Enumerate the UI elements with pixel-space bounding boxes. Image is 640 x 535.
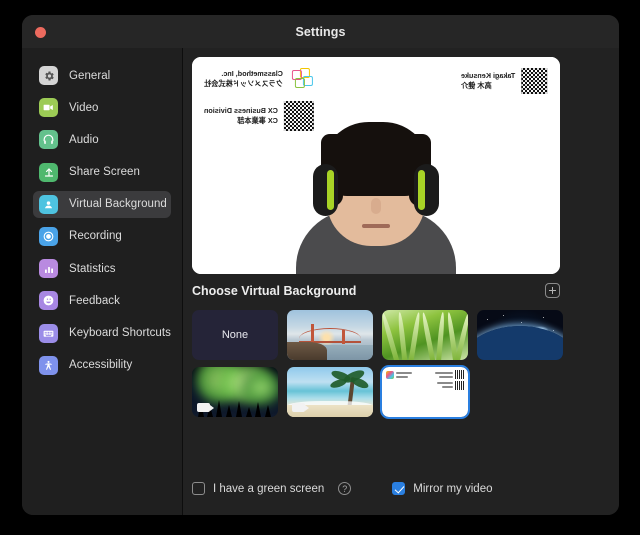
sidebar-item-label: Statistics	[69, 262, 116, 275]
page-title: Settings	[295, 24, 346, 39]
help-icon[interactable]: ?	[338, 482, 352, 495]
smiley-icon	[39, 291, 58, 311]
gear-icon	[39, 66, 58, 85]
sidebar-item-share-screen[interactable]: Share Screen	[33, 159, 171, 186]
sidebar-item-virtual-background[interactable]: Virtual Background	[33, 190, 171, 218]
sidebar-item-statistics[interactable]: Statistics	[33, 255, 171, 282]
headphones-icon	[39, 130, 58, 150]
background-grid: None	[192, 310, 564, 419]
video-badge-icon	[197, 403, 214, 412]
main-panel: Classmethod, Inc. クラスメソッド株式会社 CX Busines…	[183, 48, 619, 515]
background-thumb-label: None	[221, 329, 249, 341]
upload-icon	[39, 162, 58, 182]
settings-window: Settings General Video Audio Share Scree…	[22, 15, 619, 515]
overlay-company: Classmethod, Inc. クラスメソッド株式会社	[204, 68, 313, 90]
close-button[interactable]	[35, 27, 46, 38]
overlay-person: Takagi Kensuke 高木 健介	[461, 68, 547, 94]
sidebar-item-feedback[interactable]: Feedback	[33, 287, 171, 314]
division-en: CX Business Division	[204, 105, 278, 115]
virtual-background-card: Classmethod, Inc. クラスメソッド株式会社 CX Busines…	[192, 57, 560, 274]
footer-options: I have a green screen ? Mirror my video	[192, 482, 492, 495]
background-thumb-earth[interactable]	[477, 310, 563, 360]
background-thumb-aurora[interactable]	[192, 367, 278, 417]
record-icon	[39, 226, 58, 246]
company-name-en: Classmethod, Inc.	[221, 68, 283, 78]
sidebar-item-label: Share Screen	[69, 166, 140, 179]
sidebar-item-video[interactable]: Video	[33, 94, 171, 121]
window-body: General Video Audio Share Screen Virtual…	[22, 48, 619, 515]
mirror-video-label: Mirror my video	[413, 482, 493, 495]
sidebar-item-general[interactable]: General	[33, 62, 171, 89]
green-screen-option[interactable]: I have a green screen ?	[192, 482, 352, 495]
sidebar-item-label: Feedback	[69, 294, 120, 307]
qr-code-icon	[521, 68, 547, 94]
bars-icon	[39, 259, 58, 279]
sidebar-item-label: Audio	[69, 133, 99, 146]
person-name-en: Takagi Kensuke	[460, 70, 515, 80]
mirror-video-option[interactable]: Mirror my video	[392, 482, 492, 495]
classmethod-logo-icon	[289, 68, 313, 90]
background-thumb-none[interactable]: None	[192, 310, 278, 360]
sidebar-item-label: General	[69, 69, 111, 82]
background-thumb-bridge[interactable]	[287, 310, 373, 360]
green-screen-checkbox[interactable]	[192, 482, 205, 495]
background-thumb-beach[interactable]	[287, 367, 373, 417]
sidebar-item-keyboard-shortcuts[interactable]: Keyboard Shortcuts	[33, 320, 171, 347]
accessibility-icon	[39, 355, 58, 375]
sidebar-item-label: Keyboard Shortcuts	[69, 327, 171, 339]
webcam-person	[268, 122, 484, 274]
video-badge-icon	[292, 403, 309, 412]
section-header: Choose Virtual Background	[192, 283, 560, 298]
background-thumb-custom-card[interactable]	[380, 365, 470, 419]
sidebar-item-label: Accessibility	[69, 359, 133, 372]
background-thumb-grass[interactable]	[382, 310, 468, 360]
green-screen-label: I have a green screen	[213, 482, 325, 495]
plus-icon[interactable]	[545, 283, 560, 298]
sidebar-item-label: Virtual Background	[69, 198, 167, 211]
sidebar-item-audio[interactable]: Audio	[33, 126, 171, 153]
mirror-video-checkbox[interactable]	[392, 482, 406, 495]
sidebar-item-accessibility[interactable]: Accessibility	[33, 352, 171, 379]
person-name-jp: 高木 健介	[460, 81, 492, 90]
sidebar: General Video Audio Share Screen Virtual…	[22, 48, 183, 515]
company-name-jp: クラスメソッド株式会社	[204, 79, 283, 88]
division-jp: CX 事業本部	[237, 116, 278, 125]
keyboard-icon	[39, 323, 58, 343]
section-title: Choose Virtual Background	[192, 283, 357, 298]
title-bar: Settings	[22, 15, 619, 48]
video-preview: Classmethod, Inc. クラスメソッド株式会社 CX Busines…	[192, 57, 560, 274]
sidebar-item-label: Recording	[69, 230, 122, 243]
camera-icon	[39, 98, 58, 118]
sidebar-item-label: Video	[69, 101, 99, 114]
sidebar-item-recording[interactable]: Recording	[33, 223, 171, 250]
person-card-icon	[39, 194, 58, 214]
